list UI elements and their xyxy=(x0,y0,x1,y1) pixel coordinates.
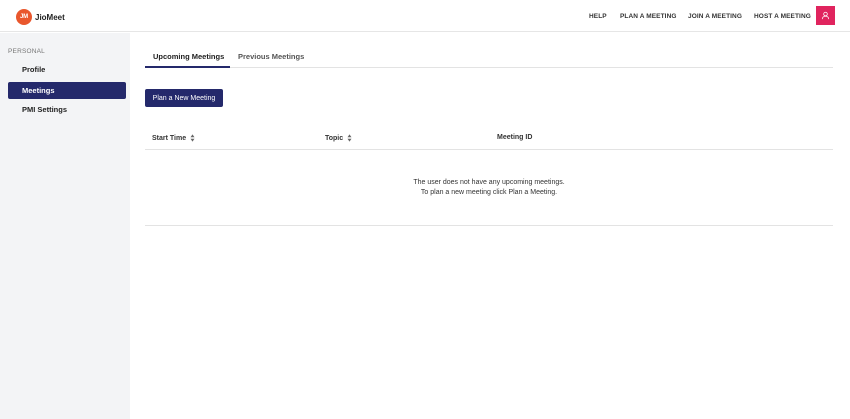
top-header: JM JioMeet HELP PLAN A MEETING JOIN A ME… xyxy=(0,0,850,32)
empty-state-line-1: The user does not have any upcoming meet… xyxy=(413,179,565,186)
meeting-tabs: Upcoming Meetings Previous Meetings xyxy=(145,50,833,68)
empty-state-message: The user does not have any upcoming meet… xyxy=(145,178,833,198)
column-meeting-id: Meeting ID xyxy=(497,134,532,141)
column-meeting-id-label: Meeting ID xyxy=(497,134,533,141)
sidebar: PERSONAL Profile Meetings PMI Settings xyxy=(0,33,130,419)
nav-help-link[interactable]: HELP xyxy=(589,13,607,20)
logo-mark-text: JM xyxy=(20,14,28,20)
sort-icon xyxy=(347,134,352,142)
sidebar-section-label: PERSONAL xyxy=(8,48,46,55)
user-icon xyxy=(821,11,830,20)
logo-mark-icon: JM xyxy=(16,9,32,25)
nav-host-meeting-link[interactable]: HOST A MEETING xyxy=(754,13,811,20)
sort-icon xyxy=(190,134,195,142)
app-logo[interactable]: JM JioMeet xyxy=(16,9,65,25)
sidebar-item-meetings[interactable]: Meetings xyxy=(8,82,126,99)
column-start-time[interactable]: Start Time xyxy=(152,134,195,142)
table-divider xyxy=(145,225,833,226)
empty-state-line-2: To plan a new meeting click Plan a Meeti… xyxy=(420,189,558,196)
nav-plan-meeting-link[interactable]: PLAN A MEETING xyxy=(620,13,677,20)
plan-new-meeting-button[interactable]: Plan a New Meeting xyxy=(145,89,223,107)
sidebar-item-pmi-settings[interactable]: PMI Settings xyxy=(8,101,126,118)
tab-upcoming-meetings[interactable]: Upcoming Meetings xyxy=(145,50,230,68)
sidebar-item-profile[interactable]: Profile xyxy=(8,61,126,78)
column-start-time-label: Start Time xyxy=(152,134,187,142)
tab-previous-meetings[interactable]: Previous Meetings xyxy=(238,50,304,68)
meetings-table-header: Start Time Topic Meeting ID xyxy=(145,130,833,150)
app-name: JioMeet xyxy=(35,12,65,22)
column-topic[interactable]: Topic xyxy=(325,134,352,142)
user-avatar-button[interactable] xyxy=(816,6,835,25)
column-topic-label: Topic xyxy=(325,134,344,142)
nav-join-meeting-link[interactable]: JOIN A MEETING xyxy=(688,13,742,20)
